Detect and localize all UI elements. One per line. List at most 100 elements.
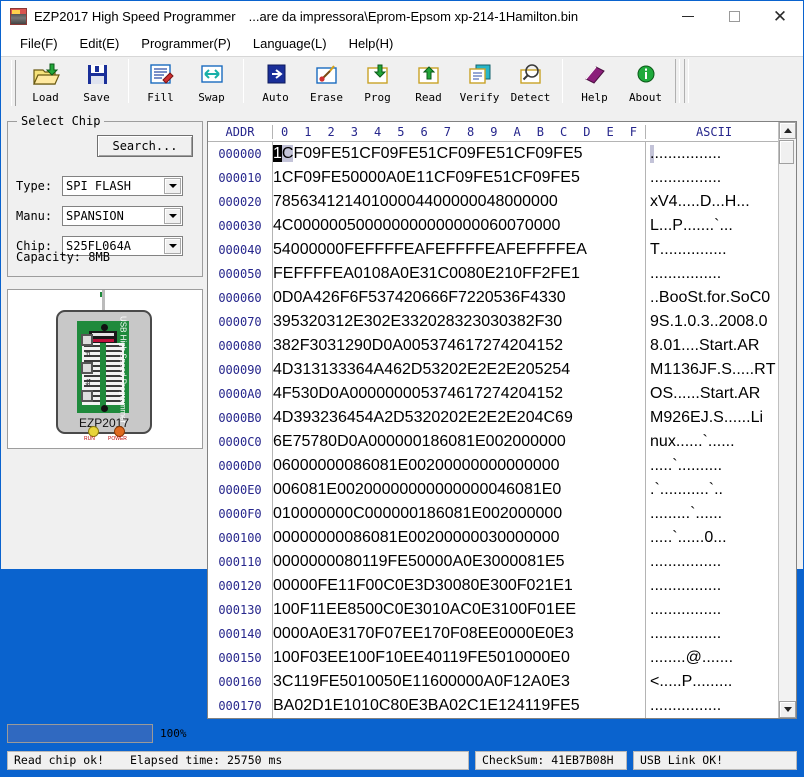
hex-byte-cell[interactable]: 00 bbox=[453, 481, 471, 499]
ascii-char-cell[interactable]: 8 bbox=[745, 313, 754, 331]
hex-byte-cell[interactable]: A0 bbox=[389, 265, 409, 283]
ascii-char-cell[interactable]: < bbox=[650, 673, 659, 691]
hex-byte-cell[interactable]: F0 bbox=[293, 169, 312, 187]
hex-row[interactable]: 000090 4D 31 31 33 36 4A 46 2D 53 20 2E 2E 2E 20 52 54 M 1… bbox=[208, 358, 778, 382]
hex-byte-cell[interactable]: 00 bbox=[525, 217, 543, 235]
hex-byte-cell[interactable]: E3 bbox=[409, 265, 429, 283]
hex-byte-cell[interactable]: 00 bbox=[326, 529, 344, 547]
ascii-char-cell[interactable]: . bbox=[728, 673, 732, 691]
hex-byte-cell[interactable]: 61 bbox=[456, 337, 474, 355]
hex-byte-cell[interactable]: F0 bbox=[293, 145, 312, 163]
ascii-char-cell[interactable]: . bbox=[728, 217, 732, 235]
hex-byte-cell[interactable]: 11 bbox=[309, 601, 326, 619]
hex-row[interactable]: 0000C0 6E 75 78 0D 0A 00 00 00 18 60 81 E0 02 00 00 00 n u… bbox=[208, 430, 778, 454]
hex-byte-cell[interactable]: 00 bbox=[453, 529, 471, 547]
hex-byte-cell[interactable]: 0A bbox=[293, 289, 313, 307]
ascii-char-cell[interactable]: S bbox=[721, 361, 732, 379]
hex-byte-cell[interactable]: 9F bbox=[544, 145, 563, 163]
hex-byte-cell[interactable]: 60 bbox=[436, 505, 454, 523]
hex-byte-cell[interactable]: E3 bbox=[404, 577, 424, 595]
hex-byte-cell[interactable]: 14 bbox=[344, 193, 362, 211]
hex-byte-cell[interactable]: FF bbox=[546, 241, 566, 259]
hex-byte-cell[interactable]: 50 bbox=[384, 673, 402, 691]
hex-byte-cell[interactable]: 00 bbox=[386, 433, 404, 451]
hex-byte-cell[interactable]: 00 bbox=[403, 385, 421, 403]
hex-byte-cell[interactable]: FF bbox=[313, 265, 333, 283]
hex-byte-cell[interactable]: FE bbox=[425, 241, 445, 259]
hex-byte-cell[interactable]: 74 bbox=[386, 289, 404, 307]
hex-byte-cell[interactable]: 45 bbox=[347, 409, 365, 427]
toolbar-button-fill[interactable]: Fill bbox=[135, 57, 186, 109]
hex-byte-cell[interactable]: 02 bbox=[417, 457, 435, 475]
toolbar-button-swap[interactable]: Swap bbox=[186, 57, 237, 109]
hex-byte-cell[interactable]: 00 bbox=[382, 505, 400, 523]
hex-byte-cell[interactable]: 02 bbox=[417, 529, 435, 547]
hex-byte-cell[interactable]: 00 bbox=[365, 601, 383, 619]
hex-byte-cell[interactable]: EA bbox=[566, 241, 587, 259]
hex-byte-cell[interactable]: 6F bbox=[350, 289, 369, 307]
hex-byte-cell[interactable]: 4A bbox=[365, 361, 385, 379]
hex-byte-cell[interactable]: 00 bbox=[499, 625, 517, 643]
hex-byte-cell[interactable]: 01 bbox=[537, 601, 555, 619]
hex-byte-cell[interactable]: 2E bbox=[458, 409, 478, 427]
ascii-char-cell[interactable]: A bbox=[737, 337, 748, 355]
hex-byte-cell[interactable]: C0 bbox=[383, 577, 403, 595]
hex-byte-cell[interactable]: 72 bbox=[474, 337, 492, 355]
hex-byte-cell[interactable]: 20 bbox=[510, 337, 528, 355]
hex-byte-cell[interactable]: 78 bbox=[310, 433, 328, 451]
hex-byte-cell[interactable]: 00 bbox=[524, 529, 542, 547]
hex-byte-cell[interactable]: 00 bbox=[417, 553, 435, 571]
hex-row[interactable]: 000080 38 2F 30 31 29 0D 0A 00 53 74 61 72 74 20 41 52 8.… bbox=[208, 334, 778, 358]
hex-byte-cell[interactable]: 2E bbox=[497, 361, 517, 379]
hex-row[interactable]: 000110 00 00 00 00 80 11 9F E5 00 00 A0 E3 00 00 81 E5..… bbox=[208, 550, 778, 574]
ascii-char-cell[interactable]: o bbox=[670, 289, 679, 307]
hex-byte-cell[interactable]: 1C bbox=[273, 145, 294, 163]
ascii-char-cell[interactable]: B bbox=[659, 289, 670, 307]
hex-byte-cell[interactable]: 01 bbox=[348, 673, 366, 691]
hex-byte-cell[interactable]: 00 bbox=[532, 649, 550, 667]
hex-byte-cell[interactable]: FF bbox=[526, 241, 546, 259]
hex-byte-cell[interactable]: 31 bbox=[327, 337, 345, 355]
hex-byte-cell[interactable]: 1C bbox=[428, 145, 448, 163]
hex-byte-cell[interactable]: 00 bbox=[512, 433, 530, 451]
hex-byte-cell[interactable]: 06 bbox=[273, 457, 291, 475]
hex-byte-cell[interactable]: 80 bbox=[344, 553, 362, 571]
hex-byte-cell[interactable]: 08 bbox=[460, 625, 478, 643]
hex-byte-cell[interactable]: 44 bbox=[415, 193, 433, 211]
hex-byte-cell[interactable]: E0 bbox=[535, 625, 555, 643]
ascii-char-cell[interactable]: S bbox=[730, 289, 741, 307]
ascii-char-cell[interactable]: . bbox=[717, 601, 721, 619]
hex-byte-cell[interactable]: 00 bbox=[435, 457, 453, 475]
ascii-char-cell[interactable]: O bbox=[650, 385, 662, 403]
hex-byte-cell[interactable]: 2E bbox=[382, 313, 402, 331]
toolbar-button-verify[interactable]: Verify bbox=[454, 57, 505, 109]
hex-row[interactable]: 000130 10 0F 11 EE 85 00 C0 E3 01 0A C0 E3 10 0F 01 EE..… bbox=[208, 598, 778, 622]
ascii-char-cell[interactable]: A bbox=[738, 385, 749, 403]
hex-byte-cell[interactable]: E0 bbox=[475, 433, 495, 451]
hex-byte-cell[interactable]: E3 bbox=[481, 601, 501, 619]
hex-byte-cell[interactable]: 9F bbox=[390, 145, 409, 163]
hex-byte-cell[interactable]: EE bbox=[402, 625, 423, 643]
hex-byte-cell[interactable]: 00 bbox=[350, 385, 368, 403]
hex-byte-cell[interactable]: 00 bbox=[400, 217, 418, 235]
ascii-char-cell[interactable]: u bbox=[659, 433, 668, 451]
hex-byte-cell[interactable]: 00 bbox=[542, 529, 560, 547]
hex-byte-cell[interactable]: 00 bbox=[544, 505, 562, 523]
ascii-char-cell[interactable]: . bbox=[717, 697, 721, 715]
hex-byte-cell[interactable]: F0 bbox=[523, 169, 542, 187]
hex-byte-cell[interactable]: 0F bbox=[309, 577, 328, 595]
hex-byte-cell[interactable]: 60 bbox=[362, 457, 380, 475]
hex-byte-cell[interactable]: A0 bbox=[309, 625, 329, 643]
hex-byte-cell[interactable]: 20 bbox=[309, 313, 327, 331]
hex-byte-cell[interactable]: 11 bbox=[362, 553, 379, 571]
hex-byte-cell[interactable]: 01 bbox=[354, 265, 372, 283]
scroll-thumb[interactable] bbox=[779, 140, 794, 164]
hex-byte-cell[interactable]: E3 bbox=[479, 577, 499, 595]
hex-byte-cell[interactable]: E1 bbox=[327, 577, 347, 595]
hex-byte-cell[interactable]: A0 bbox=[531, 673, 551, 691]
ascii-char-cell[interactable]: S bbox=[713, 409, 724, 427]
hex-byte-cell[interactable]: 6E bbox=[273, 433, 293, 451]
ascii-char-cell[interactable]: J bbox=[699, 361, 707, 379]
hex-row[interactable]: 000070 39 53 20 31 2E 30 2E 33 20 28 32 30 30 38 2F 30 9 S… bbox=[208, 310, 778, 334]
hex-byte-cell[interactable]: E3 bbox=[408, 697, 428, 715]
